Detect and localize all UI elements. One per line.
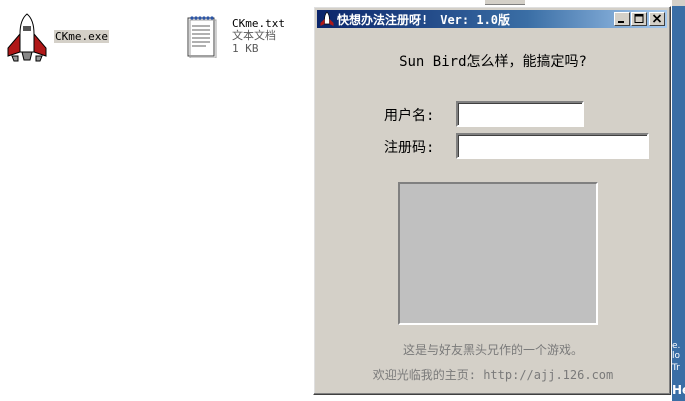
maximize-button[interactable] [631,12,647,26]
background-text-fragment: lo [672,351,681,361]
background-text-fragment: Tr [672,363,680,373]
shuttle-icon [320,11,334,26]
close-button[interactable] [649,12,665,26]
notepad-icon[interactable] [186,14,218,62]
regcode-input[interactable] [456,133,649,159]
close-icon [652,14,662,23]
desktop-file-type: 文本文档 [232,29,276,42]
minimize-button[interactable] [614,12,630,26]
window-title: 快想办法注册呀! [337,12,429,27]
background-window-edge [485,0,525,5]
username-label: 用户名: [384,108,435,124]
image-panel [398,182,598,325]
background-text-fragment: He [672,383,685,397]
question-text: Sun Bird怎么样，能搞定吗? [399,54,587,70]
desktop-file-size: 1 KB [232,42,259,55]
maximize-icon [634,14,644,23]
homepage-link[interactable]: 欢迎光临我的主页: http://ajj.126.com [314,366,672,383]
username-input[interactable] [456,101,584,127]
title-bar[interactable]: 快想办法注册呀! Ver: 1.0版 [317,10,667,28]
title-buttons [613,12,665,26]
background-text-fragment: e. [672,341,681,351]
desktop-file-name[interactable]: CKme.exe [54,30,109,43]
minimize-icon [618,21,624,23]
crackme-window: 快想办法注册呀! Ver: 1.0版 Sun Bird怎么样，能搞定吗? 用户名… [313,6,671,395]
shuttle-icon[interactable] [4,12,50,66]
regcode-label: 注册码: [384,140,435,156]
footer-description: 这是与好友黑头兄作的一个游戏。 [402,343,583,357]
background-window-edge [672,0,685,6]
window-version: Ver: 1.0版 [440,12,511,27]
